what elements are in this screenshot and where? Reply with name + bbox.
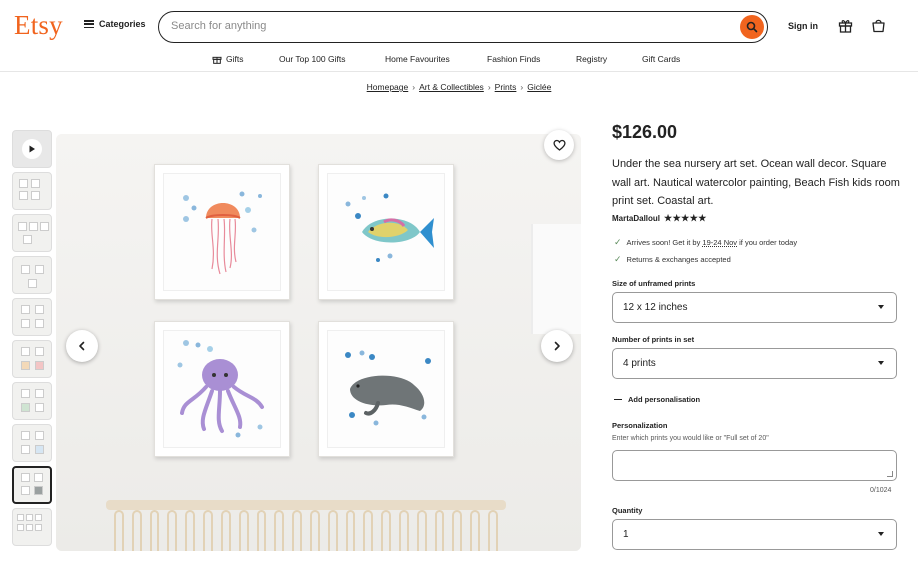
breadcrumb-giclee[interactable]: Giclée (527, 82, 551, 92)
arrival-suffix: if you order today (737, 238, 798, 247)
nav-item-fashion-finds[interactable]: Fashion Finds (487, 54, 540, 64)
size-select-value: 12 x 12 inches (623, 302, 688, 313)
manatee-print (318, 321, 454, 457)
jellyfish-print (154, 164, 290, 300)
character-counter: 0/1024 (870, 487, 892, 494)
personalization-textarea[interactable] (612, 450, 897, 481)
house-shelf (531, 224, 581, 334)
personalization-help: Enter which prints you would like or "Fu… (612, 435, 769, 442)
search-input[interactable] (171, 20, 711, 32)
minus-icon (614, 398, 622, 401)
breadcrumb-separator: › (412, 82, 416, 92)
size-select[interactable]: 12 x 12 inches (612, 292, 897, 323)
personalization-label: Personalization (612, 421, 668, 430)
category-nav: Gifts Our Top 100 Gifts Home Favourites … (0, 50, 918, 72)
nav-item-top-100[interactable]: Our Top 100 Gifts (279, 54, 345, 64)
product-title: Under the sea nursery art set. Ocean wal… (612, 158, 900, 207)
returns-info: ✓ Returns & exchanges accepted (614, 254, 731, 265)
resize-handle-icon[interactable] (887, 471, 893, 477)
check-icon: ✓ (614, 254, 622, 264)
seller-info: MartaDalloul ★★★★★ (612, 213, 707, 224)
play-icon (22, 139, 42, 159)
nav-item-gift-cards[interactable]: Gift Cards (642, 54, 680, 64)
breadcrumb-separator: › (487, 82, 491, 92)
gift-icon[interactable] (838, 18, 853, 36)
image-thumbnail[interactable] (12, 340, 52, 378)
nav-item-registry[interactable]: Registry (576, 54, 607, 64)
print-count-label: Number of prints in set (612, 335, 695, 344)
breadcrumb-prints[interactable]: Prints (495, 82, 517, 92)
quantity-select-value: 1 (623, 529, 629, 540)
caret-down-icon (878, 305, 884, 309)
previous-image-button[interactable] (66, 330, 98, 362)
product-main-image (56, 134, 581, 551)
arrival-dates[interactable]: 19-24 Nov (702, 238, 737, 247)
print-count-select-value: 4 prints (623, 358, 656, 369)
sign-in-link[interactable]: Sign in (788, 21, 818, 31)
search-bar (158, 11, 768, 43)
breadcrumb-art-collectibles[interactable]: Art & Collectibles (419, 82, 484, 92)
image-thumbnail[interactable] (12, 508, 52, 546)
caret-down-icon (878, 532, 884, 536)
breadcrumb-homepage[interactable]: Homepage (367, 82, 409, 92)
categories-label: Categories (99, 19, 146, 29)
nav-item-gifts[interactable]: Gifts (212, 54, 243, 64)
image-thumbnail-selected[interactable] (12, 466, 52, 504)
returns-text[interactable]: Returns & exchanges accepted (627, 255, 731, 264)
categories-button[interactable]: Categories (84, 19, 146, 29)
rating-stars[interactable]: ★★★★★ (664, 213, 707, 224)
heart-icon (552, 139, 566, 151)
gift-icon (212, 56, 222, 64)
quantity-label: Quantity (612, 506, 643, 515)
octopus-print (154, 321, 290, 457)
breadcrumb-separator: › (520, 82, 524, 92)
arrival-text: Arrives soon! Get it by 19-24 Nov if you… (627, 238, 798, 247)
breadcrumb: Homepage › Art & Collectibles › Prints › Giclé… (0, 82, 918, 92)
site-header: Etsy Categories Sign in (0, 0, 918, 50)
fish-print (318, 164, 454, 300)
image-thumbnail[interactable] (12, 382, 52, 420)
image-thumbnail[interactable] (12, 424, 52, 462)
add-personalisation-label: Add personalisation (628, 395, 701, 404)
caret-down-icon (878, 361, 884, 365)
image-thumbnail[interactable] (12, 172, 52, 210)
etsy-logo[interactable]: Etsy (14, 10, 63, 41)
search-icon (746, 21, 758, 32)
crib (106, 500, 506, 551)
add-personalisation-toggle[interactable]: Add personalisation (614, 395, 700, 404)
image-thumbnail[interactable] (12, 256, 52, 294)
quantity-select[interactable]: 1 (612, 519, 897, 550)
print-count-select[interactable]: 4 prints (612, 348, 897, 379)
arrival-info: ✓ Arrives soon! Get it by 19-24 Nov if y… (614, 237, 797, 248)
chevron-right-icon (554, 341, 560, 351)
hamburger-icon (84, 20, 94, 28)
search-button[interactable] (740, 14, 764, 39)
video-thumbnail[interactable] (12, 130, 52, 168)
next-image-button[interactable] (541, 330, 573, 362)
product-price: $126.00 (612, 122, 678, 142)
image-thumbnail[interactable] (12, 214, 52, 252)
arrival-prefix: Arrives soon! Get it by (626, 238, 703, 247)
nav-item-home-favourites[interactable]: Home Favourites (385, 54, 450, 64)
favorite-button[interactable] (544, 130, 574, 160)
check-icon: ✓ (614, 237, 622, 247)
chevron-left-icon (79, 341, 85, 351)
cart-icon[interactable] (871, 18, 886, 36)
size-label: Size of unframed prints (612, 279, 696, 288)
seller-name[interactable]: MartaDalloul (612, 214, 660, 223)
nav-item-label: Gifts (226, 54, 244, 64)
image-thumbnail[interactable] (12, 298, 52, 336)
